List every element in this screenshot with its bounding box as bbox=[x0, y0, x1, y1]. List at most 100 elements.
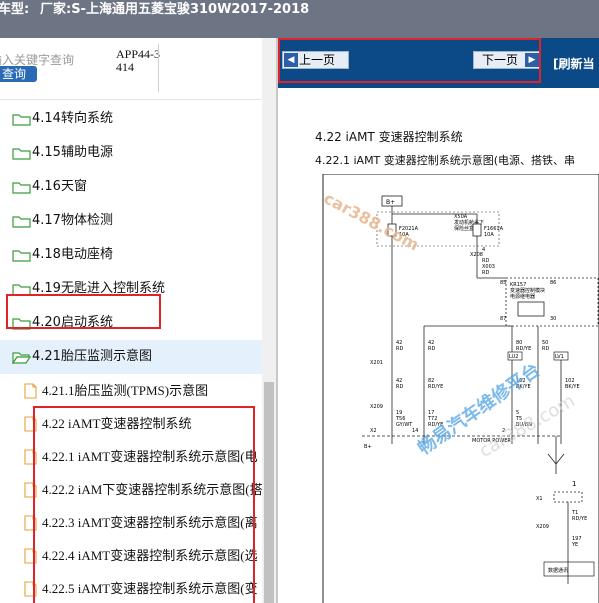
title-bar: 车型: 厂家:S-上海通用五菱宝骏310W2017-2018 bbox=[0, 0, 599, 38]
document-icon bbox=[24, 416, 37, 432]
folder-icon bbox=[12, 284, 31, 296]
tree-folder-label: 4.15辅助电源 bbox=[32, 145, 113, 160]
folder-icon bbox=[12, 318, 31, 330]
tree-folder-label: 4.20启动系统 bbox=[32, 315, 113, 330]
tree-document-item[interactable]: 4.21.1胎压监测(TPMS)示意图 bbox=[0, 374, 262, 408]
tree-folder-label: 4.18电动座椅 bbox=[32, 247, 113, 262]
right-pane: ◀ 上一页 下一页 ▶ [刷新当 4.22 iAMT 变速器控制系统 4.22.… bbox=[278, 38, 599, 603]
label-wire-r2-c: RD bbox=[542, 346, 549, 352]
diagram-frame bbox=[322, 174, 599, 603]
label-pin-85: 85 bbox=[500, 280, 506, 286]
folder-icon bbox=[12, 114, 31, 126]
tree-folder-label: 4.19无匙进入控制系统 bbox=[32, 281, 165, 296]
tree-folder-item[interactable]: 4.19无匙进入控制系统 bbox=[0, 272, 262, 306]
manufacturer-text: 厂家:S-上海通用五菱宝骏310W2017-2018 bbox=[40, 2, 310, 17]
document-icon bbox=[24, 449, 37, 465]
label-lv1: LV1 bbox=[555, 354, 564, 360]
tree-document-label: 4.22 iAMT变速器控制系统 bbox=[42, 416, 192, 431]
tree-document-item[interactable]: 4.22.1 iAMT变速器控制系统示意图(电 bbox=[0, 440, 262, 474]
label-pin-86: 86 bbox=[550, 280, 556, 286]
label-wire-r4-c: BK/YE bbox=[565, 384, 580, 390]
left-scrollbar-thumb[interactable] bbox=[264, 382, 274, 603]
tree-document-label: 4.22.1 iAMT变速器控制系统示意图(电 bbox=[42, 449, 258, 464]
fuse-right-symbol bbox=[472, 223, 482, 237]
document-icon bbox=[24, 548, 37, 564]
tree-document-item[interactable]: 4.22 iAMT变速器控制系统 bbox=[0, 407, 262, 441]
next-page-button[interactable]: 下一页 ▶ bbox=[473, 51, 541, 69]
tree-document-item[interactable]: 4.22.4 iAMT变速器控制系统示意图(选 bbox=[0, 539, 262, 573]
label-splice-a-color: RD bbox=[482, 270, 489, 276]
tree-folder-label: 4.21胎压监测示意图 bbox=[32, 349, 152, 364]
folder-open-icon bbox=[12, 352, 31, 364]
query-button[interactable]: 查询 bbox=[0, 66, 37, 82]
vehicle-label: 车型: bbox=[0, 2, 30, 17]
label-relay-text-1: 变速器控制模块 bbox=[510, 287, 545, 294]
section-title: 4.22 iAMT 变速器控制系统 bbox=[315, 130, 463, 144]
label-fuse-block-2: 保险丝盒 bbox=[454, 225, 474, 232]
subsection-title: 4.22.1 iAMT 变速器控制系统示意图(电源、搭铁、串 bbox=[315, 154, 576, 167]
arrow-right-icon: ▶ bbox=[525, 53, 539, 67]
tree-document-label: 4.22.4 iAMT变速器控制系统示意图(选 bbox=[42, 548, 258, 563]
next-page-label: 下一页 bbox=[482, 53, 519, 67]
search-code-label: APP44-3414 bbox=[116, 47, 161, 74]
tree-document-item[interactable]: 4.22.3 iAMT变速器控制系统示意图(离 bbox=[0, 506, 262, 540]
tree-folder-item[interactable]: 4.20启动系统 bbox=[0, 306, 262, 340]
navigation-bar: ◀ 上一页 下一页 ▶ [刷新当 bbox=[278, 38, 599, 88]
label-pin-19-w: GY/WT bbox=[396, 422, 413, 428]
prev-page-button[interactable]: ◀ 上一页 bbox=[282, 51, 349, 69]
document-view: 4.22 iAMT 变速器控制系统 4.22.1 iAMT 变速器控制系统示意图… bbox=[278, 88, 599, 603]
document-icon bbox=[24, 383, 37, 399]
label-data-link: 数据通讯 bbox=[548, 567, 568, 574]
label-relay-text-2: 电源继电器 bbox=[510, 293, 535, 300]
tree-folder-item[interactable]: 4.17物体检测 bbox=[0, 204, 262, 238]
tree-folder-item[interactable]: 4.15辅助电源 bbox=[0, 136, 262, 170]
tree-folder-item[interactable]: 4.18电动座椅 bbox=[0, 238, 262, 272]
left-scrollbar[interactable] bbox=[262, 38, 276, 603]
search-area: 查询 APP44-3414 bbox=[0, 38, 264, 100]
label-wire-l1-c: RD bbox=[396, 346, 403, 352]
folder-icon bbox=[12, 216, 31, 228]
tree-document-item[interactable]: 4.22.2 iAM下变速器控制系统示意图(搭 bbox=[0, 473, 262, 507]
tree-folder-label: 4.16天窗 bbox=[32, 179, 87, 194]
tree-folder-item[interactable]: 4.16天窗 bbox=[0, 170, 262, 204]
label-module-bplus: B+ bbox=[364, 444, 372, 450]
label-x209: X209 bbox=[370, 404, 383, 410]
label-x1: X1 bbox=[536, 496, 543, 502]
label-x209b: X209 bbox=[536, 524, 549, 530]
refresh-button[interactable]: [刷新当 bbox=[553, 55, 595, 72]
label-pin-87: 87 bbox=[500, 316, 506, 322]
label-x2: X2 bbox=[370, 428, 377, 434]
label-bplus: B+ bbox=[386, 199, 395, 206]
folder-icon bbox=[12, 182, 31, 194]
label-wire-m1-c: RD bbox=[428, 346, 435, 352]
catalog-tree: 4.14转向系统 4.15辅助电源 4.16天窗 4.17物体检测 4.18电动座椅 4.… bbox=[0, 100, 262, 603]
label-lu2: LU2 bbox=[509, 354, 518, 360]
label-wire-r1-c: RD/YE bbox=[516, 346, 531, 352]
search-divider bbox=[158, 44, 159, 92]
document-icon bbox=[24, 515, 37, 531]
document-icon bbox=[24, 581, 37, 597]
tree-folder-item[interactable]: 4.21胎压监测示意图 bbox=[0, 340, 262, 374]
label-wire-m2-c: RD/YE bbox=[428, 384, 443, 390]
tree-document-label: 4.22.3 iAMT变速器控制系统示意图(离 bbox=[42, 515, 258, 530]
left-pane: 查询 APP44-3414 4.14转向系统 4.15辅助电源 4.16天窗 4.17… bbox=[0, 38, 276, 603]
relay-coil bbox=[517, 301, 545, 317]
arrow-left-icon: ◀ bbox=[284, 53, 298, 67]
label-wire-left-a: 4 bbox=[482, 247, 485, 253]
label-x201: X201 bbox=[370, 360, 383, 366]
lower-connector bbox=[553, 491, 583, 503]
tree-document-item[interactable]: 4.22.5 iAMT变速器控制系统示意图(变 bbox=[0, 572, 262, 603]
document-icon bbox=[24, 482, 37, 498]
tree-document-label: 4.22.5 iAMT变速器控制系统示意图(变 bbox=[42, 581, 258, 596]
label-pin-197-w: YE bbox=[571, 542, 578, 548]
prev-page-label: 上一页 bbox=[299, 53, 336, 67]
tree-folder-label: 4.14转向系统 bbox=[32, 111, 113, 126]
tree-document-label: 4.21.1胎压监测(TPMS)示意图 bbox=[42, 383, 209, 398]
label-pin-14: 14 bbox=[412, 428, 418, 434]
tree-folder-label: 4.17物体检测 bbox=[32, 213, 113, 228]
folder-icon bbox=[12, 250, 31, 262]
wiring-diagram: B+ X50A 发动机舱盖下 保险丝盒 F2021A 10A F1661A 10… bbox=[322, 174, 599, 603]
watermark-url: car388.com bbox=[322, 188, 422, 254]
label-wire-l2-c: RD bbox=[396, 384, 403, 390]
tree-folder-item[interactable]: 4.14转向系统 bbox=[0, 102, 262, 136]
